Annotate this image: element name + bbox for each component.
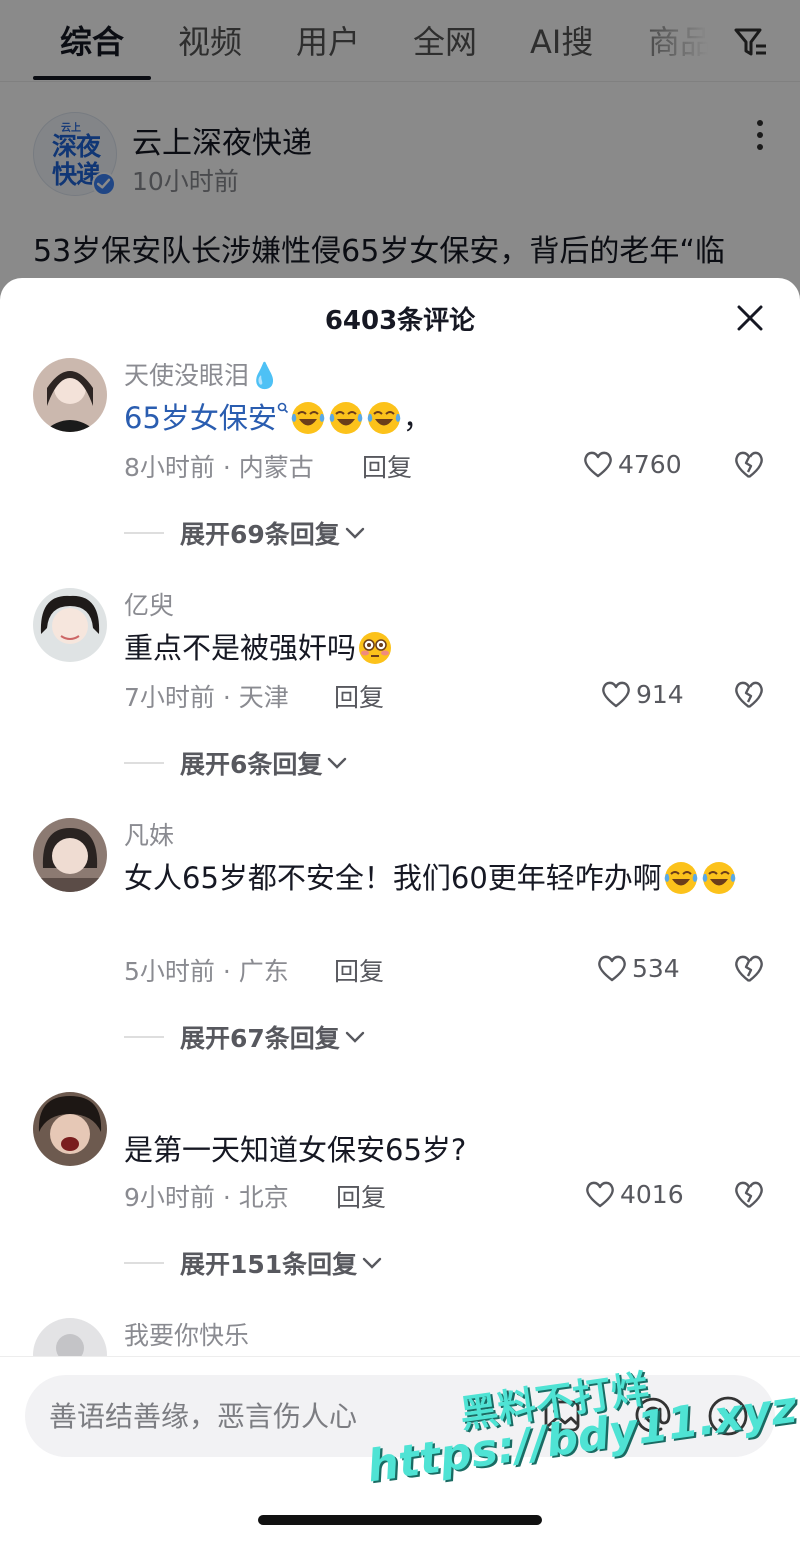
expand-replies-button[interactable]: 展开67条回复 <box>124 1020 366 1054</box>
broken-heart-icon[interactable] <box>733 1178 765 1210</box>
comment-text: 女人65岁都不安全！我们60更年轻咋办啊 <box>124 856 764 900</box>
laugh-cry-emoji-icon <box>329 402 363 434</box>
chevron-down-icon <box>345 1031 364 1043</box>
comment-body: 女人65岁都不安全！我们60更年轻咋办啊 <box>124 861 662 895</box>
reply-button[interactable]: 回复 <box>336 1178 386 1214</box>
broken-heart-icon[interactable] <box>733 448 765 480</box>
laugh-cry-emoji-icon <box>291 402 325 434</box>
comment-input-bar <box>0 1356 800 1542</box>
image-icon[interactable] <box>543 1397 581 1435</box>
commenter-name[interactable]: 凡妹 <box>124 816 174 852</box>
comment-text: 重点不是被强奸吗 <box>124 626 764 670</box>
commenter-avatar[interactable] <box>33 588 107 662</box>
comment-time-location: 8小时前 · 内蒙古 <box>124 453 314 482</box>
like-button[interactable]: 914 <box>600 676 684 712</box>
like-button[interactable]: 534 <box>596 950 680 986</box>
commenter-avatar[interactable] <box>33 818 107 892</box>
chevron-down-icon <box>328 757 347 769</box>
search-keyword-link[interactable]: 65岁女保安 <box>124 401 277 435</box>
expand-divider <box>124 532 164 534</box>
like-button[interactable]: 4760 <box>582 446 682 482</box>
comment-input[interactable] <box>49 1375 529 1457</box>
like-count: 534 <box>632 953 680 983</box>
expand-replies-button[interactable]: 展开6条回复 <box>124 746 348 780</box>
broken-heart-icon[interactable] <box>733 678 765 710</box>
search-icon <box>277 402 288 414</box>
heart-icon <box>602 681 630 708</box>
comment-input-container <box>25 1375 775 1457</box>
reply-button[interactable]: 回复 <box>334 678 384 714</box>
comment-body: 重点不是被强奸吗 <box>124 631 357 665</box>
commenter-name[interactable]: 亿臾 <box>124 586 174 622</box>
expand-replies-label: 展开67条回复 <box>180 1024 340 1053</box>
flushed-emoji-icon <box>359 632 392 664</box>
like-count: 914 <box>636 679 684 709</box>
commenter-avatar[interactable] <box>33 358 107 432</box>
laugh-cry-emoji-icon <box>367 402 401 434</box>
chevron-down-icon <box>345 527 364 539</box>
expand-replies-label: 展开151条回复 <box>180 1250 358 1279</box>
reply-button[interactable]: 回复 <box>362 448 412 484</box>
home-indicator[interactable] <box>258 1515 542 1525</box>
heart-icon <box>584 451 612 478</box>
comment-time-location: 7小时前 · 天津 <box>124 683 289 712</box>
laugh-cry-emoji-icon <box>664 862 698 894</box>
expand-replies-label: 展开6条回复 <box>180 750 323 779</box>
commenter-name[interactable]: 我要你快乐 <box>124 1316 249 1352</box>
heart-icon <box>586 1181 614 1208</box>
like-count: 4016 <box>620 1179 684 1209</box>
expand-divider <box>124 1036 164 1038</box>
at-mention-icon[interactable] <box>633 1395 673 1435</box>
comment-text-suffix: ， <box>402 401 432 435</box>
comment-text: 65岁女保安 ， <box>124 396 764 440</box>
expand-replies-button[interactable]: 展开69条回复 <box>124 516 366 550</box>
broken-heart-icon[interactable] <box>733 952 765 984</box>
expand-replies-button[interactable]: 展开151条回复 <box>124 1246 383 1280</box>
comment-time-location: 9小时前 · 北京 <box>124 1183 289 1212</box>
chevron-down-icon <box>362 1257 382 1269</box>
comment-time-location: 5小时前 · 广东 <box>124 957 289 986</box>
comment-count-title: 6403条评论 <box>324 306 476 336</box>
reply-button[interactable]: 回复 <box>334 952 384 988</box>
expand-divider <box>124 1262 164 1264</box>
expand-divider <box>124 762 164 764</box>
laugh-cry-emoji-icon <box>702 862 736 894</box>
like-count: 4760 <box>618 449 682 479</box>
comment-text: 是第一天知道女保安65岁? <box>124 1133 467 1167</box>
commenter-name[interactable]: 天使没眼泪💧 <box>124 356 280 392</box>
emoji-picker-icon[interactable] <box>707 1395 749 1437</box>
close-icon[interactable] <box>736 304 764 332</box>
like-button[interactable]: 4016 <box>584 1176 684 1212</box>
expand-replies-label: 展开69条回复 <box>180 520 340 549</box>
heart-icon <box>598 955 626 982</box>
commenter-avatar[interactable] <box>33 1092 107 1166</box>
comment-sheet: 6403条评论 天使没眼泪💧 65岁女保安 ， 8小时前 · 内蒙古 回复 476… <box>0 278 800 1542</box>
dim-overlay[interactable] <box>0 0 800 300</box>
